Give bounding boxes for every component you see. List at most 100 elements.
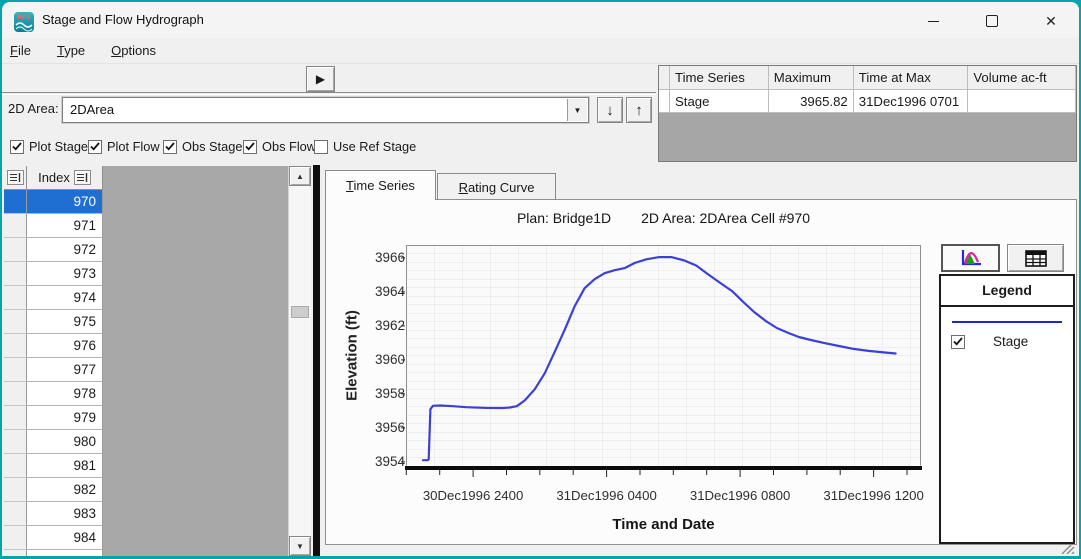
play-animation-button[interactable]: ▶ [306, 66, 335, 92]
tab-rating-curve[interactable]: Rating Curve [437, 173, 556, 200]
minimize-button[interactable] [912, 8, 954, 34]
table-view-icon [1025, 250, 1047, 267]
cell-row-984[interactable]: 984 [4, 526, 103, 550]
cell-row-stub[interactable] [4, 334, 27, 358]
checkbox-obs-stage[interactable] [163, 140, 177, 154]
max-table-header-row: Time SeriesMaximumTime at MaxVolume ac-f… [659, 66, 1076, 90]
y-tick-label: 3966 [353, 250, 405, 265]
maximize-button[interactable] [971, 8, 1013, 34]
max-table-header-2: Maximum [769, 66, 854, 90]
checkbox-obs-flow[interactable] [243, 140, 257, 154]
option-use-ref-stage: Use Ref Stage [314, 139, 416, 154]
cell-row-stub[interactable] [4, 358, 27, 382]
menu-file[interactable]: File [10, 43, 31, 58]
index-column-header[interactable]: Index [27, 166, 103, 190]
cell-row-974[interactable]: 974 [4, 286, 103, 310]
cell-row-983[interactable]: 983 [4, 502, 103, 526]
cell-index-value[interactable]: 974 [27, 286, 103, 310]
column-resize-icon[interactable] [74, 170, 91, 185]
scroll-down-button[interactable]: ▼ [289, 536, 311, 556]
checkbox-use-ref-stage[interactable] [314, 140, 328, 154]
area-combobox[interactable]: 2DArea ▼ [62, 97, 589, 123]
cell-index-value[interactable]: 972 [27, 238, 103, 262]
checkmark-icon [12, 142, 22, 151]
cell-row-stub[interactable] [4, 310, 27, 334]
menu-type[interactable]: Type [57, 43, 85, 58]
animation-slider-track[interactable] [2, 92, 656, 95]
left-splitter[interactable] [313, 165, 320, 556]
column-resize-icon[interactable] [7, 170, 24, 185]
cell-row-981[interactable]: 981 [4, 454, 103, 478]
cell-row-977[interactable]: 977 [4, 358, 103, 382]
cell-row-985[interactable]: 985 [4, 550, 103, 556]
cell-row-971[interactable]: 971 [4, 214, 103, 238]
cell-row-976[interactable]: 976 [4, 334, 103, 358]
tab-time-series[interactable]: Time Series [325, 170, 436, 200]
chart-title: Plan: Bridge1D 2D Area: 2DArea Cell #970 [406, 210, 921, 226]
chart-title-plan: Plan: Bridge1D [517, 210, 611, 226]
y-tick-label: 3964 [353, 284, 405, 299]
chart-title-area: 2D Area: 2DArea Cell #970 [641, 210, 810, 226]
cell-row-stub[interactable] [4, 478, 27, 502]
cell-row-978[interactable]: 978 [4, 382, 103, 406]
cell-index-value[interactable]: 973 [27, 262, 103, 286]
checkbox-plot-flow[interactable] [88, 140, 102, 154]
cell-row-stub[interactable] [4, 190, 27, 214]
cell-index-value[interactable]: 980 [27, 430, 103, 454]
cell-index-value[interactable]: 977 [27, 358, 103, 382]
option-plot-stage: Plot Stage [10, 139, 88, 154]
cell-row-stub[interactable] [4, 526, 27, 550]
cell-row-stub[interactable] [4, 238, 27, 262]
cell-row-970[interactable]: 970 [4, 190, 103, 214]
cell-index-value[interactable]: 981 [27, 454, 103, 478]
cell-row-982[interactable]: 982 [4, 478, 103, 502]
close-icon: ✕ [1045, 14, 1057, 28]
cell-index-value[interactable]: 976 [27, 334, 103, 358]
plot-view-button[interactable] [941, 244, 1000, 272]
legend-stage-checkbox[interactable] [951, 335, 965, 349]
cell-index-value[interactable]: 985 [27, 550, 103, 556]
checkmark-icon [245, 142, 255, 151]
x-tick-label: 30Dec1996 2400 [423, 488, 523, 503]
cell-index-value[interactable]: 978 [27, 382, 103, 406]
cell-index-value[interactable]: 970 [27, 190, 103, 214]
combobox-dropdown-button[interactable]: ▼ [567, 99, 587, 121]
cell-index-value[interactable]: 979 [27, 406, 103, 430]
cell-index-value[interactable]: 975 [27, 310, 103, 334]
cell-row-stub[interactable] [4, 262, 27, 286]
cell-row-stub[interactable] [4, 550, 27, 556]
cell-row-stub[interactable] [4, 454, 27, 478]
table-view-button[interactable] [1007, 244, 1064, 272]
cell-row-stub[interactable] [4, 286, 27, 310]
play-icon: ▶ [316, 72, 325, 86]
cell-row-972[interactable]: 972 [4, 238, 103, 262]
menu-options[interactable]: Options [111, 43, 156, 58]
y-tick-label: 3956 [353, 420, 405, 435]
checkbox-label-plot-stage: Plot Stage [29, 139, 88, 154]
cell-index-value[interactable]: 984 [27, 526, 103, 550]
next-cell-button[interactable]: ↑ [626, 97, 652, 123]
cell-row-979[interactable]: 979 [4, 406, 103, 430]
cell-row-973[interactable]: 973 [4, 262, 103, 286]
window-title: Stage and Flow Hydrograph [42, 12, 204, 27]
cell-row-stub[interactable] [4, 214, 27, 238]
cell-row-stub[interactable] [4, 406, 27, 430]
scrollbar-thumb[interactable] [291, 306, 309, 318]
scroll-up-button[interactable]: ▲ [289, 166, 311, 186]
cell-index-value[interactable]: 971 [27, 214, 103, 238]
cell-row-975[interactable]: 975 [4, 310, 103, 334]
option-plot-flow: Plot Flow [88, 139, 160, 154]
previous-cell-button[interactable]: ↓ [597, 97, 623, 123]
cell-index-value[interactable]: 982 [27, 478, 103, 502]
cell-table-scrollbar[interactable]: ▲ ▼ [288, 166, 311, 556]
cell-row-980[interactable]: 980 [4, 430, 103, 454]
cell-row-stub[interactable] [4, 502, 27, 526]
close-button[interactable]: ✕ [1030, 8, 1072, 34]
legend-stage-label: Stage [993, 334, 1028, 349]
max-table-header-1: Time Series [670, 66, 769, 90]
legend-panel: Legend Stage [939, 274, 1075, 544]
cell-row-stub[interactable] [4, 382, 27, 406]
checkbox-plot-stage[interactable] [10, 140, 24, 154]
cell-row-stub[interactable] [4, 430, 27, 454]
cell-index-value[interactable]: 983 [27, 502, 103, 526]
